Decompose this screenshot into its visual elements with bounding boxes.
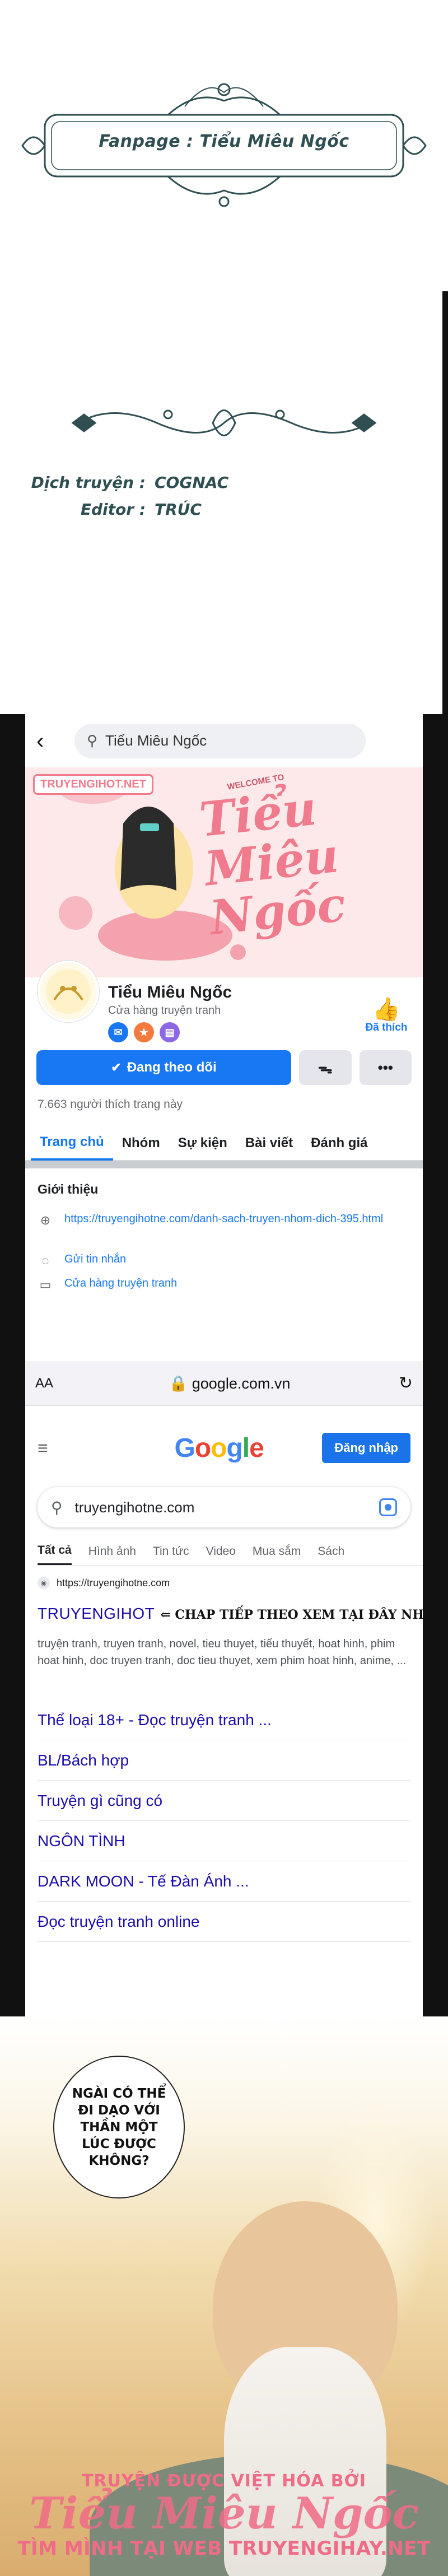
tab-home[interactable]: Trang chủ <box>31 1126 113 1161</box>
editor-credit: Editor : TRÚC <box>6 500 202 519</box>
tab-posts[interactable]: Bài viết <box>236 1126 302 1161</box>
page-category: Cửa hàng truyện tranh <box>108 1004 221 1017</box>
messenger-badge-icon[interactable]: ✉ <box>108 1022 128 1042</box>
category-row[interactable]: ▭ Cửa hàng truyện tranh <box>38 1277 407 1293</box>
likes-count: 7.663 người thích trang này <box>38 1098 183 1111</box>
next-chapter-note: ⇐ CHAP TIẾP THEO XEM TẠI ĐÂY NHA <box>160 1608 434 1622</box>
book-badge-icon[interactable]: ▤ <box>160 1022 180 1042</box>
url-display[interactable]: 🔒 google.com.vn <box>69 1375 390 1392</box>
page-tabs: Trang chủ Nhóm Sự kiện Bài viết Đánh giá <box>25 1126 423 1161</box>
tab-shopping[interactable]: Mua sắm <box>253 1538 301 1565</box>
tab-reviews[interactable]: Đánh giá <box>302 1126 376 1161</box>
hamburger-menu-icon[interactable]: ≡ <box>38 1438 71 1459</box>
message-row[interactable]: ◌ Gửi tin nhắn <box>38 1253 407 1269</box>
back-arrow-icon[interactable]: ‹ <box>36 730 59 752</box>
sitelink[interactable]: Đọc truyện tranh online <box>38 1902 410 1942</box>
cover-title: Tiểu Miêu Ngốc <box>197 780 348 946</box>
safari-url-bar[interactable]: AA 🔒 google.com.vn ↻ <box>25 1361 423 1406</box>
messenger-icon: ᯓ <box>318 1060 333 1077</box>
result-description: truyện tranh, truyen tranh, novel, tieu … <box>38 1638 407 1667</box>
tab-news[interactable]: Tin tức <box>153 1538 189 1565</box>
following-label: Đang theo dõi <box>127 1060 217 1075</box>
tab-video[interactable]: Video <box>206 1538 236 1565</box>
cover-site-badge: TRUYENGIHOT.NET <box>33 774 153 795</box>
sitelink[interactable]: Truyện gì cũng có <box>38 1781 410 1821</box>
reload-icon[interactable]: ↻ <box>390 1373 413 1393</box>
badge-row: ✉ ★ ▤ <box>108 1022 180 1042</box>
sitelink[interactable]: BL/Bách hợp <box>38 1740 410 1781</box>
google-lens-icon[interactable] <box>379 1498 397 1516</box>
result-title-row: TRUYENGIHOT ⇐ CHAP TIẾP THEO XEM TẠI ĐÂY… <box>38 1605 433 1623</box>
reader-aa-button[interactable]: AA <box>35 1376 69 1391</box>
page-name[interactable]: Tiểu Miêu Ngốc <box>108 983 232 1002</box>
credits-panel: Fanpage : Tiểu Miêu Ngốc Dịch truyện : CO… <box>0 0 448 714</box>
black-border <box>442 291 448 714</box>
result-source[interactable]: ◉ https://truyengihotne.com <box>38 1577 170 1589</box>
result-title-link[interactable]: TRUYENGIHOT <box>38 1605 155 1623</box>
shop-icon: ▭ <box>39 1278 52 1292</box>
intro-heading: Giới thiệu <box>38 1182 99 1196</box>
watermark-logo: Tiểu Miêu Ngốc <box>29 2488 419 2539</box>
shop-badge-icon[interactable]: ★ <box>134 1022 154 1042</box>
sitelinks: Thể loại 18+ - Đọc truyện tranh ... BL/B… <box>38 1700 410 1942</box>
messenger-button[interactable]: ᯓ <box>299 1050 352 1085</box>
manga-panel: NGÀI CÓ THỂ ĐI DẠO VỚI THẦN MỘT LÚC ĐƯỢC… <box>0 2016 448 2576</box>
tab-groups[interactable]: Nhóm <box>113 1126 169 1161</box>
black-border <box>0 714 25 2016</box>
section-separator <box>25 1161 423 1168</box>
website-row[interactable]: ⊕ https://truyengihotne.com/danh-sach-tr… <box>38 1213 407 1228</box>
tab-books[interactable]: Sách <box>318 1538 344 1565</box>
tab-all[interactable]: Tất cả <box>38 1538 72 1565</box>
signin-button[interactable]: Đăng nhập <box>322 1433 410 1463</box>
black-border <box>423 714 448 2016</box>
result-source-url: https://truyengihotne.com <box>57 1577 170 1589</box>
divider-ornament <box>71 409 377 436</box>
cover-photo: TRUYENGIHOT.NET WELCOME TO Tiểu Miêu Ngố… <box>25 767 423 977</box>
website-link[interactable]: https://truyengihotne.com/danh-sach-truy… <box>64 1213 383 1226</box>
liked-indicator[interactable]: 👍 Đã thích <box>356 997 417 1034</box>
following-button[interactable]: ✔ Đang theo dõi <box>36 1050 291 1085</box>
messenger-icon: ◌ <box>41 1254 49 1268</box>
facebook-search-row: ‹ ⚲ Tiểu Miêu Ngốc <box>25 714 423 767</box>
tab-images[interactable]: Hình ảnh <box>88 1538 136 1565</box>
globe-icon: ⊕ <box>40 1213 51 1227</box>
liked-label: Đã thích <box>365 1022 408 1033</box>
check-follow-icon: ✔ <box>111 1060 122 1074</box>
phone-screenshot: ‹ ⚲ Tiểu Miêu Ngốc TRUYENGIHOT.NET WELCO… <box>25 714 433 2016</box>
google-result-tabs: Tất cả Hình ảnh Tin tức Video Mua sắm Sá… <box>38 1538 423 1566</box>
editor-name: TRÚC <box>155 500 202 519</box>
speech-bubble: NGÀI CÓ THỂ ĐI DẠO VỚI THẦN MỘT LÚC ĐƯỢC… <box>53 2056 185 2198</box>
sitelink[interactable]: NGÔN TÌNH <box>38 1821 410 1861</box>
translator-label: Dịch truyện : <box>31 473 146 492</box>
tab-events[interactable]: Sự kiện <box>169 1126 236 1161</box>
fanpage-label: Fanpage : Tiểu Miêu Ngốc <box>99 132 349 151</box>
message-link[interactable]: Gửi tin nhắn <box>64 1253 126 1266</box>
google-logo[interactable]: Google <box>116 1433 322 1464</box>
sitelink[interactable]: DARK MOON - Tế Đàn Ánh ... <box>38 1861 410 1902</box>
more-options-button[interactable]: ••• <box>359 1050 412 1085</box>
category-link[interactable]: Cửa hàng truyện tranh <box>64 1277 177 1290</box>
google-search-input[interactable]: ⚲ truyengihotne.com <box>38 1487 410 1527</box>
translator-name: COGNAC <box>155 473 229 492</box>
search-icon: ⚲ <box>87 732 98 749</box>
facebook-search-field[interactable]: ⚲ Tiểu Miêu Ngốc <box>74 723 366 758</box>
avatar-image <box>46 969 91 1014</box>
sitelink[interactable]: Thể loại 18+ - Đọc truyện tranh ... <box>38 1700 410 1740</box>
url-text: google.com.vn <box>192 1375 291 1392</box>
profile-avatar[interactable] <box>38 961 99 1022</box>
site-favicon-icon: ◉ <box>38 1577 50 1589</box>
search-icon: ⚲ <box>51 1498 63 1516</box>
watermark-website: TÌM MÌNH TẠI WEB TRUYENGIHAY.NET <box>17 2537 431 2560</box>
translator-credit: Dịch truyện : COGNAC <box>6 473 229 492</box>
search-text: Tiểu Miêu Ngốc <box>105 732 207 749</box>
thumbs-up-icon: 👍 <box>372 997 400 1022</box>
editor-label: Editor : <box>80 500 146 519</box>
action-buttons: ✔ Đang theo dõi ᯓ ••• <box>36 1050 412 1085</box>
google-header: ≡ Google Đăng nhập <box>25 1428 423 1468</box>
search-query: truyengihotne.com <box>74 1498 195 1516</box>
